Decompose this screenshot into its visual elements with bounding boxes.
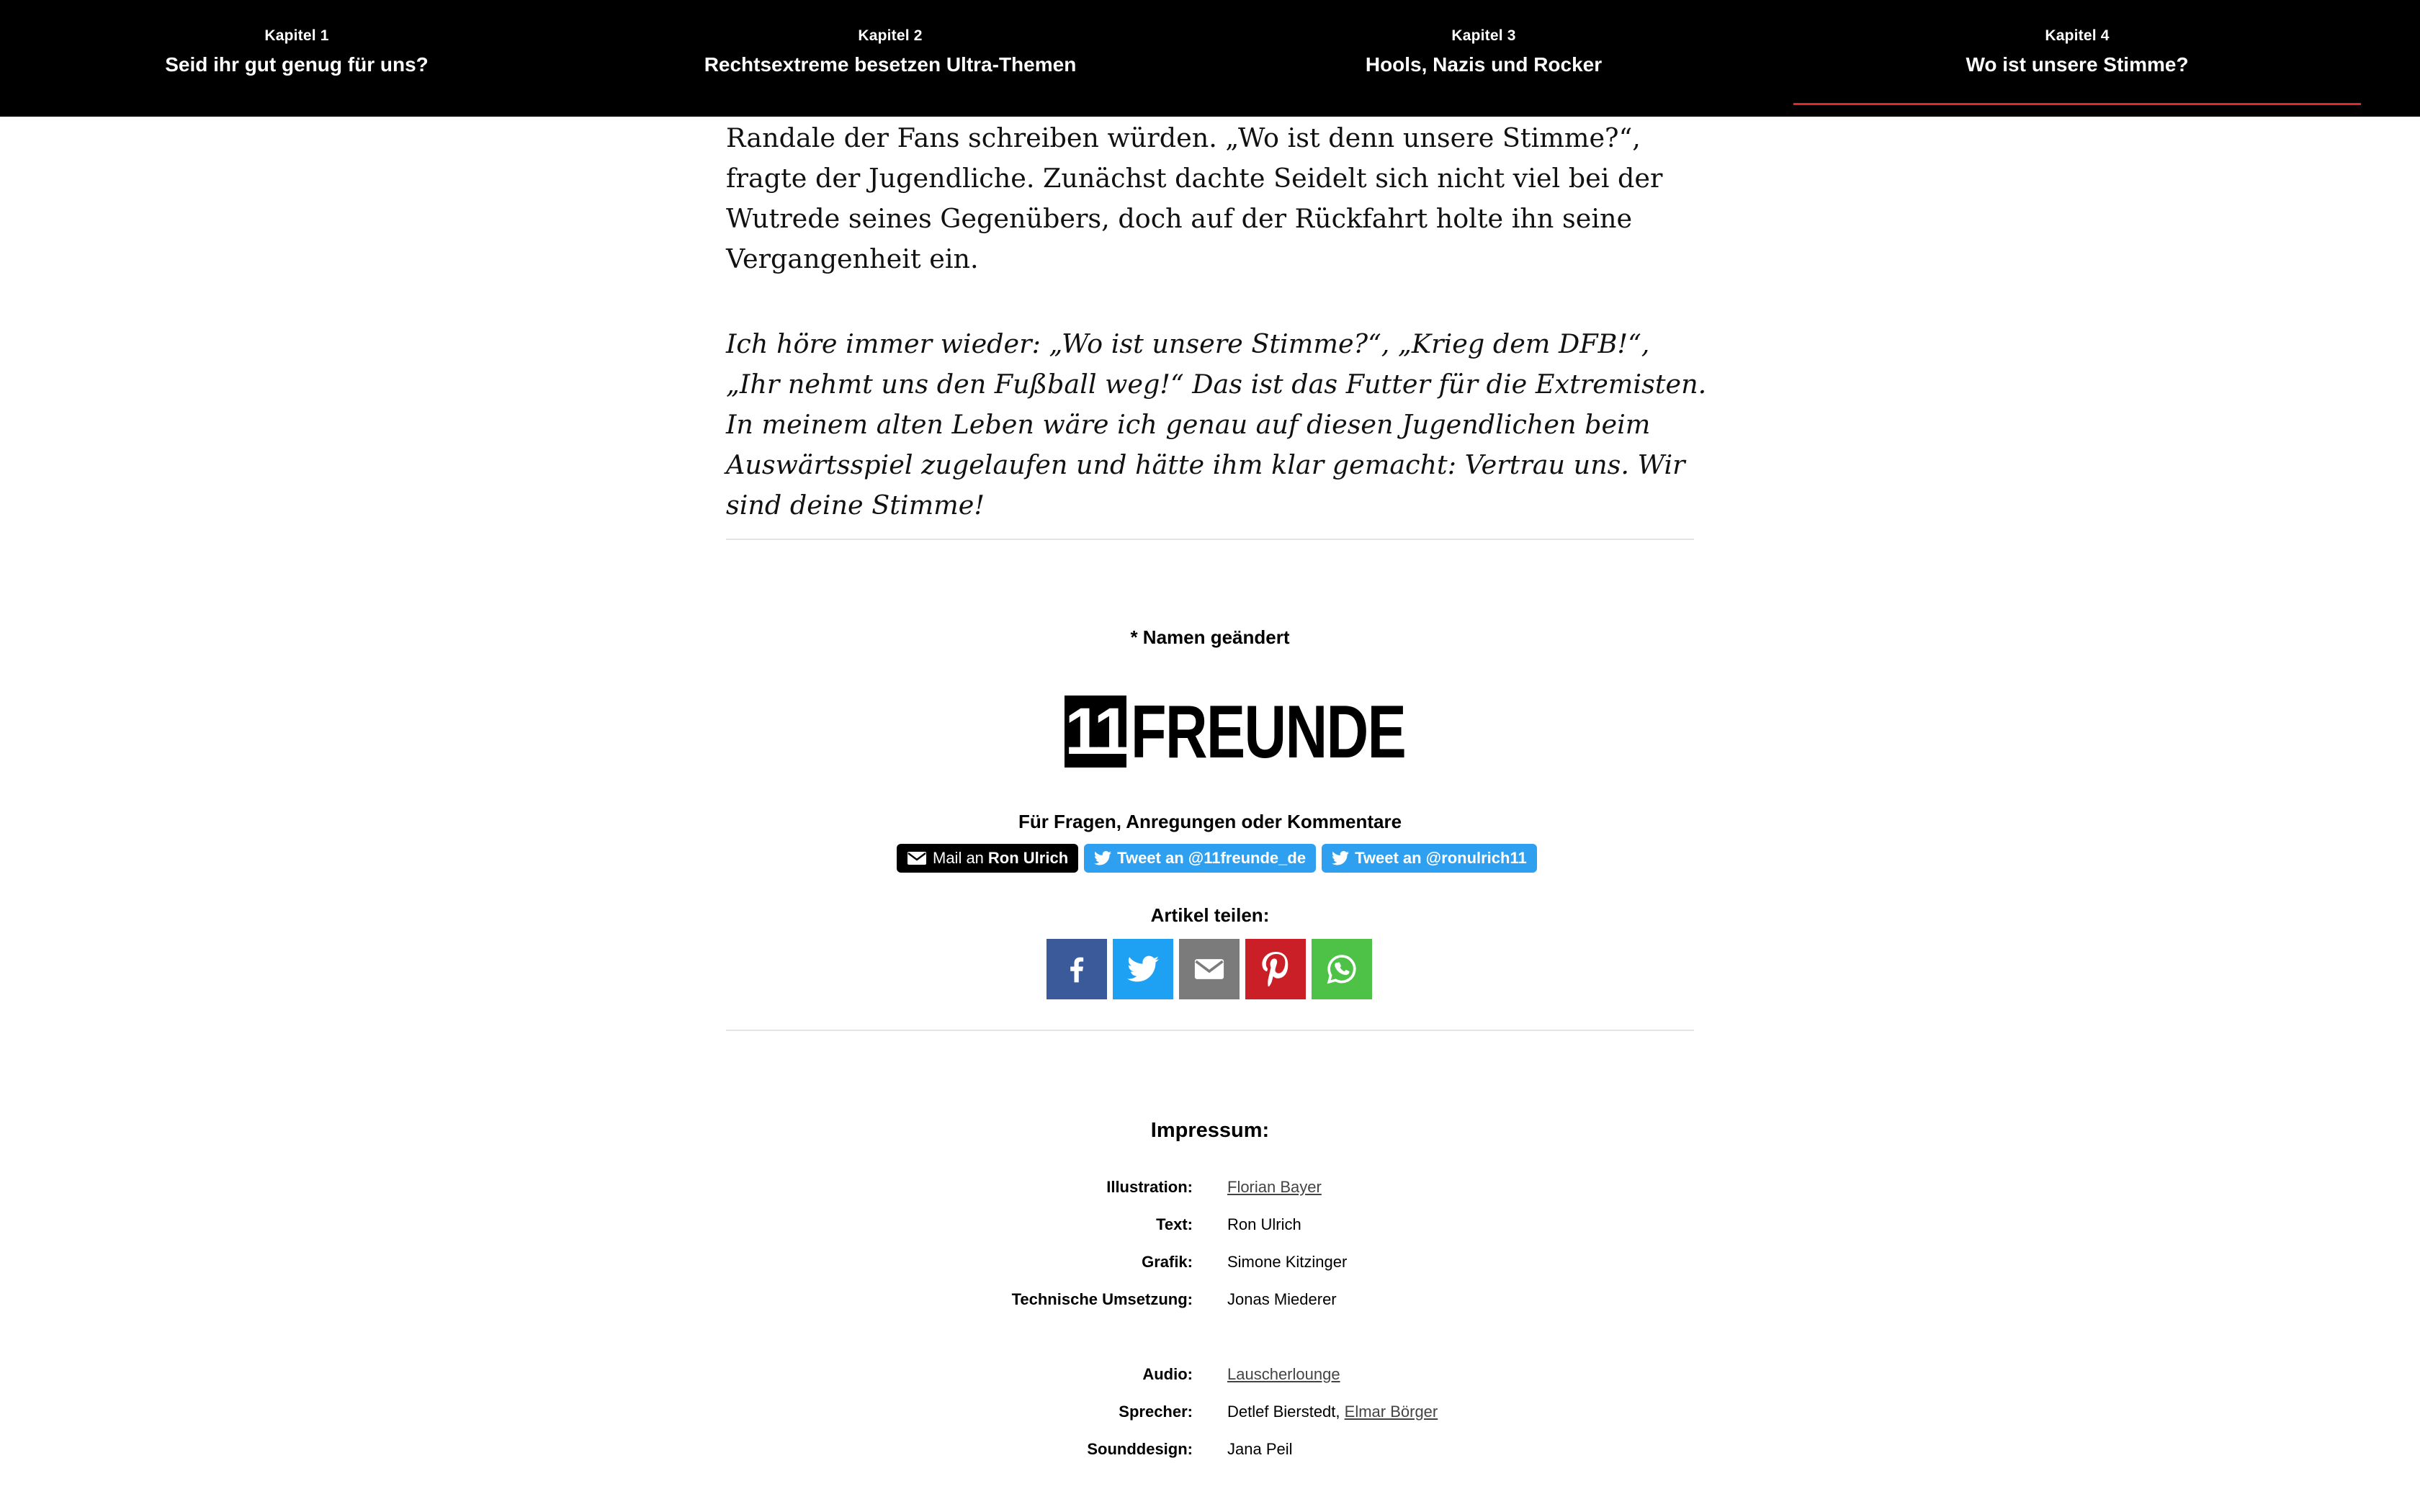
share-pinterest-button[interactable] <box>1245 939 1306 999</box>
whatsapp-icon <box>1327 955 1356 984</box>
chapter-label: Kapitel 2 <box>858 27 923 44</box>
mail-prefix: Mail an <box>933 849 984 867</box>
impressum-label: Audio: <box>1142 1365 1193 1383</box>
contact-title: Für Fragen, Anregungen oder Kommentare <box>1018 811 1402 832</box>
impressum-row: Illustration: Florian Bayer <box>0 1178 2420 1207</box>
article-paragraph: Randale der Fans schreiben würden. „Wo i… <box>726 122 1663 274</box>
impressum-value: Ron Ulrich <box>1227 1215 1301 1233</box>
chapter-tab-2[interactable]: Kapitel 2 Rechtsextreme besetzen Ultra-T… <box>593 0 1187 117</box>
logo-word: FREUNDE <box>1131 690 1407 774</box>
share-twitter-button[interactable] <box>1113 939 1173 999</box>
impressum-value: Detlef Bierstedt, Elmar Börger <box>1227 1403 1438 1421</box>
impressum-label: Technische Umsetzung: <box>1011 1290 1193 1308</box>
impressum-label: Grafik: <box>1142 1253 1193 1271</box>
impressum-value: Simone Kitzinger <box>1227 1253 1348 1271</box>
chapter-tab-1[interactable]: Kapitel 1 Seid ihr gut genug für uns? <box>0 0 593 117</box>
chapter-tab-3[interactable]: Kapitel 3 Hools, Nazis und Rocker <box>1187 0 1780 117</box>
logo-number: 11 <box>1065 695 1131 768</box>
impressum-label: Sprecher: <box>1119 1403 1193 1421</box>
chapter-title: Hools, Nazis und Rocker <box>1365 53 1603 76</box>
envelope-icon <box>908 852 926 865</box>
footnote: * Namen geändert <box>1130 626 1290 648</box>
impressum-row: Grafik: Simone Kitzinger <box>0 1253 2420 1282</box>
chapter-title: Wo ist unsere Stimme? <box>1966 53 2189 76</box>
impressum-row: Sprecher: Detlef Bierstedt, Elmar Börger <box>0 1403 2420 1431</box>
share-title: Artikel teilen: <box>1150 904 1270 926</box>
twitter-icon <box>1127 955 1159 982</box>
pinterest-icon <box>1262 952 1289 986</box>
chapter-label: Kapitel 4 <box>2045 27 2110 44</box>
speaker-link[interactable]: Elmar Börger <box>1345 1403 1438 1421</box>
share-buttons <box>1047 939 1372 999</box>
impressum-label: Text: <box>1156 1215 1193 1233</box>
share-whatsapp-button[interactable] <box>1312 939 1372 999</box>
impressum-row: Sounddesign: Jana Peil <box>0 1440 2420 1469</box>
share-facebook-button[interactable] <box>1047 939 1107 999</box>
facebook-icon <box>1070 957 1084 983</box>
brand-logo[interactable]: 11 FREUNDE <box>1065 695 1407 770</box>
impressum-label: Sounddesign: <box>1087 1440 1193 1458</box>
chapter-title: Seid ihr gut genug für uns? <box>165 53 429 76</box>
mail-author-button[interactable]: Mail an Ron Ulrich <box>897 844 1079 873</box>
contact-buttons: Mail an Ron Ulrich Tweet an @11freunde_d… <box>897 844 1537 874</box>
mail-name: Ron Ulrich <box>987 849 1069 867</box>
audio-link[interactable]: Lauscherlounge <box>1227 1365 1340 1383</box>
illustrator-link[interactable]: Florian Bayer <box>1227 1178 1322 1196</box>
impressum-value: Jana Peil <box>1227 1440 1293 1458</box>
chapter-tab-4[interactable]: Kapitel 4 Wo ist unsere Stimme? <box>1780 0 2374 117</box>
impressum-label: Illustration: <box>1106 1178 1193 1196</box>
impressum-row: Text: Ron Ulrich <box>0 1215 2420 1244</box>
impressum-row: Technische Umsetzung: Jonas Miederer <box>0 1290 2420 1319</box>
divider <box>726 1030 1694 1031</box>
email-icon <box>1194 959 1224 979</box>
impressum-row: Audio: Lauscherlounge <box>0 1365 2420 1394</box>
article-quote: Ich höre immer wieder: „Wo ist unsere St… <box>726 328 1707 521</box>
divider <box>726 539 1694 540</box>
chapter-nav: Kapitel 1 Seid ihr gut genug für uns? Ka… <box>0 0 2420 117</box>
tweet-11freunde-button[interactable]: Tweet an @11freunde_de <box>1084 844 1317 873</box>
twitter-icon <box>1332 851 1350 865</box>
tweet-author-button[interactable]: Tweet an @ronulrich11 <box>1322 844 1537 873</box>
impressum-value: Jonas Miederer <box>1227 1290 1337 1308</box>
share-email-button[interactable] <box>1179 939 1240 999</box>
tweet-label: Tweet an @ronulrich11 <box>1355 849 1527 867</box>
tweet-label: Tweet an @11freunde_de <box>1117 849 1307 867</box>
impressum-title: Impressum: <box>1150 1119 1270 1142</box>
speaker-name: Detlef Bierstedt <box>1227 1403 1336 1421</box>
chapter-title: Rechtsextreme besetzen Ultra-Themen <box>704 53 1077 76</box>
twitter-icon <box>1094 851 1112 865</box>
chapter-label: Kapitel 1 <box>264 27 329 44</box>
chapter-label: Kapitel 3 <box>1451 27 1516 44</box>
